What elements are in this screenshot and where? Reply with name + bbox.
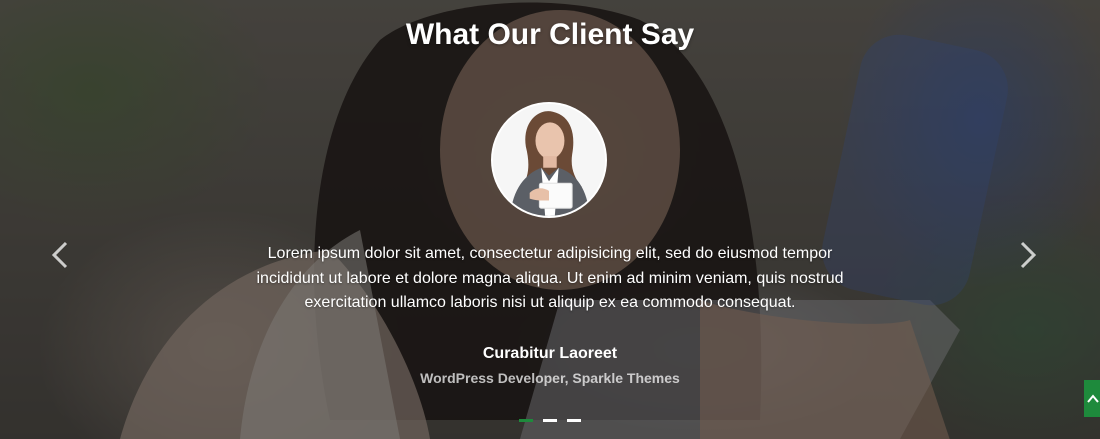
pager-dot-3[interactable]	[567, 419, 581, 422]
client-avatar	[491, 102, 607, 218]
chevron-right-icon	[1020, 241, 1037, 269]
chevron-up-icon	[1087, 394, 1099, 403]
section-title: What Our Client Say	[405, 18, 695, 51]
next-slide-button[interactable]	[1013, 239, 1043, 271]
pager-dot-2[interactable]	[543, 419, 557, 422]
testimonial-section: What Our Client Say Lorem ipsum dolor si…	[0, 0, 1100, 439]
prev-slide-button[interactable]	[45, 239, 75, 271]
client-role: WordPress Developer, Sparkle Themes	[420, 370, 680, 386]
chevron-left-icon	[51, 241, 68, 269]
testimonial-quote: Lorem ipsum dolor sit amet, consectetur …	[256, 245, 844, 311]
client-avatar-image	[493, 104, 605, 216]
scroll-to-top-button[interactable]	[1084, 380, 1100, 417]
testimonial-content: What Our Client Say Lorem ipsum dolor si…	[0, 0, 1100, 439]
client-name: Curabitur Laoreet	[482, 345, 618, 362]
pager-dot-1[interactable]	[519, 419, 533, 422]
